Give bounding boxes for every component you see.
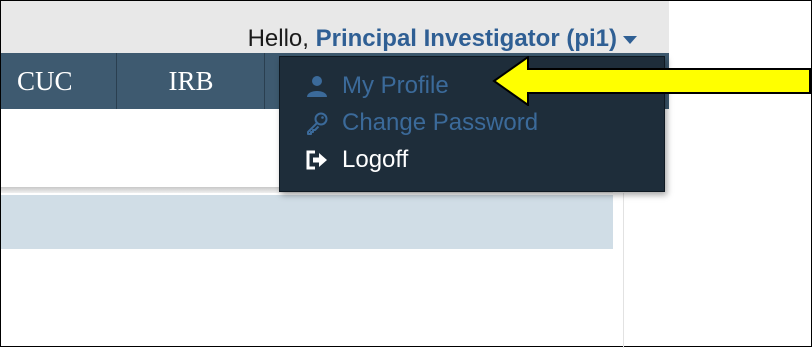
nav-tab-iacuc[interactable]: CUC — [1, 53, 117, 109]
user-menu-toggle[interactable]: Principal Investigator (pi1) — [316, 25, 637, 52]
user-greeting: Hello, Principal Investigator (pi1) — [248, 25, 637, 53]
content-header-bar — [1, 195, 613, 249]
caret-down-icon — [623, 35, 637, 44]
greeting-prefix: Hello, — [247, 25, 309, 52]
vertical-divider — [623, 193, 624, 348]
app-window: Hello, Principal Investigator (pi1) CUC … — [1, 1, 669, 348]
menu-item-my-profile[interactable]: My Profile — [304, 70, 449, 102]
nav-tab-irb[interactable]: IRB — [118, 53, 265, 109]
top-header-bar: Hello, Principal Investigator (pi1) — [1, 1, 669, 53]
menu-item-label: Change Password — [342, 109, 539, 136]
user-icon — [304, 73, 330, 99]
menu-item-logoff[interactable]: Logoff — [304, 144, 408, 176]
key-icon — [304, 110, 330, 136]
menu-item-label: Logoff — [342, 146, 409, 173]
menu-item-label: My Profile — [342, 72, 449, 99]
menu-item-change-password[interactable]: Change Password — [304, 107, 538, 139]
annotation-arrow — [492, 56, 811, 106]
user-name: Principal Investigator (pi1) — [315, 25, 617, 52]
logout-icon — [304, 147, 330, 173]
